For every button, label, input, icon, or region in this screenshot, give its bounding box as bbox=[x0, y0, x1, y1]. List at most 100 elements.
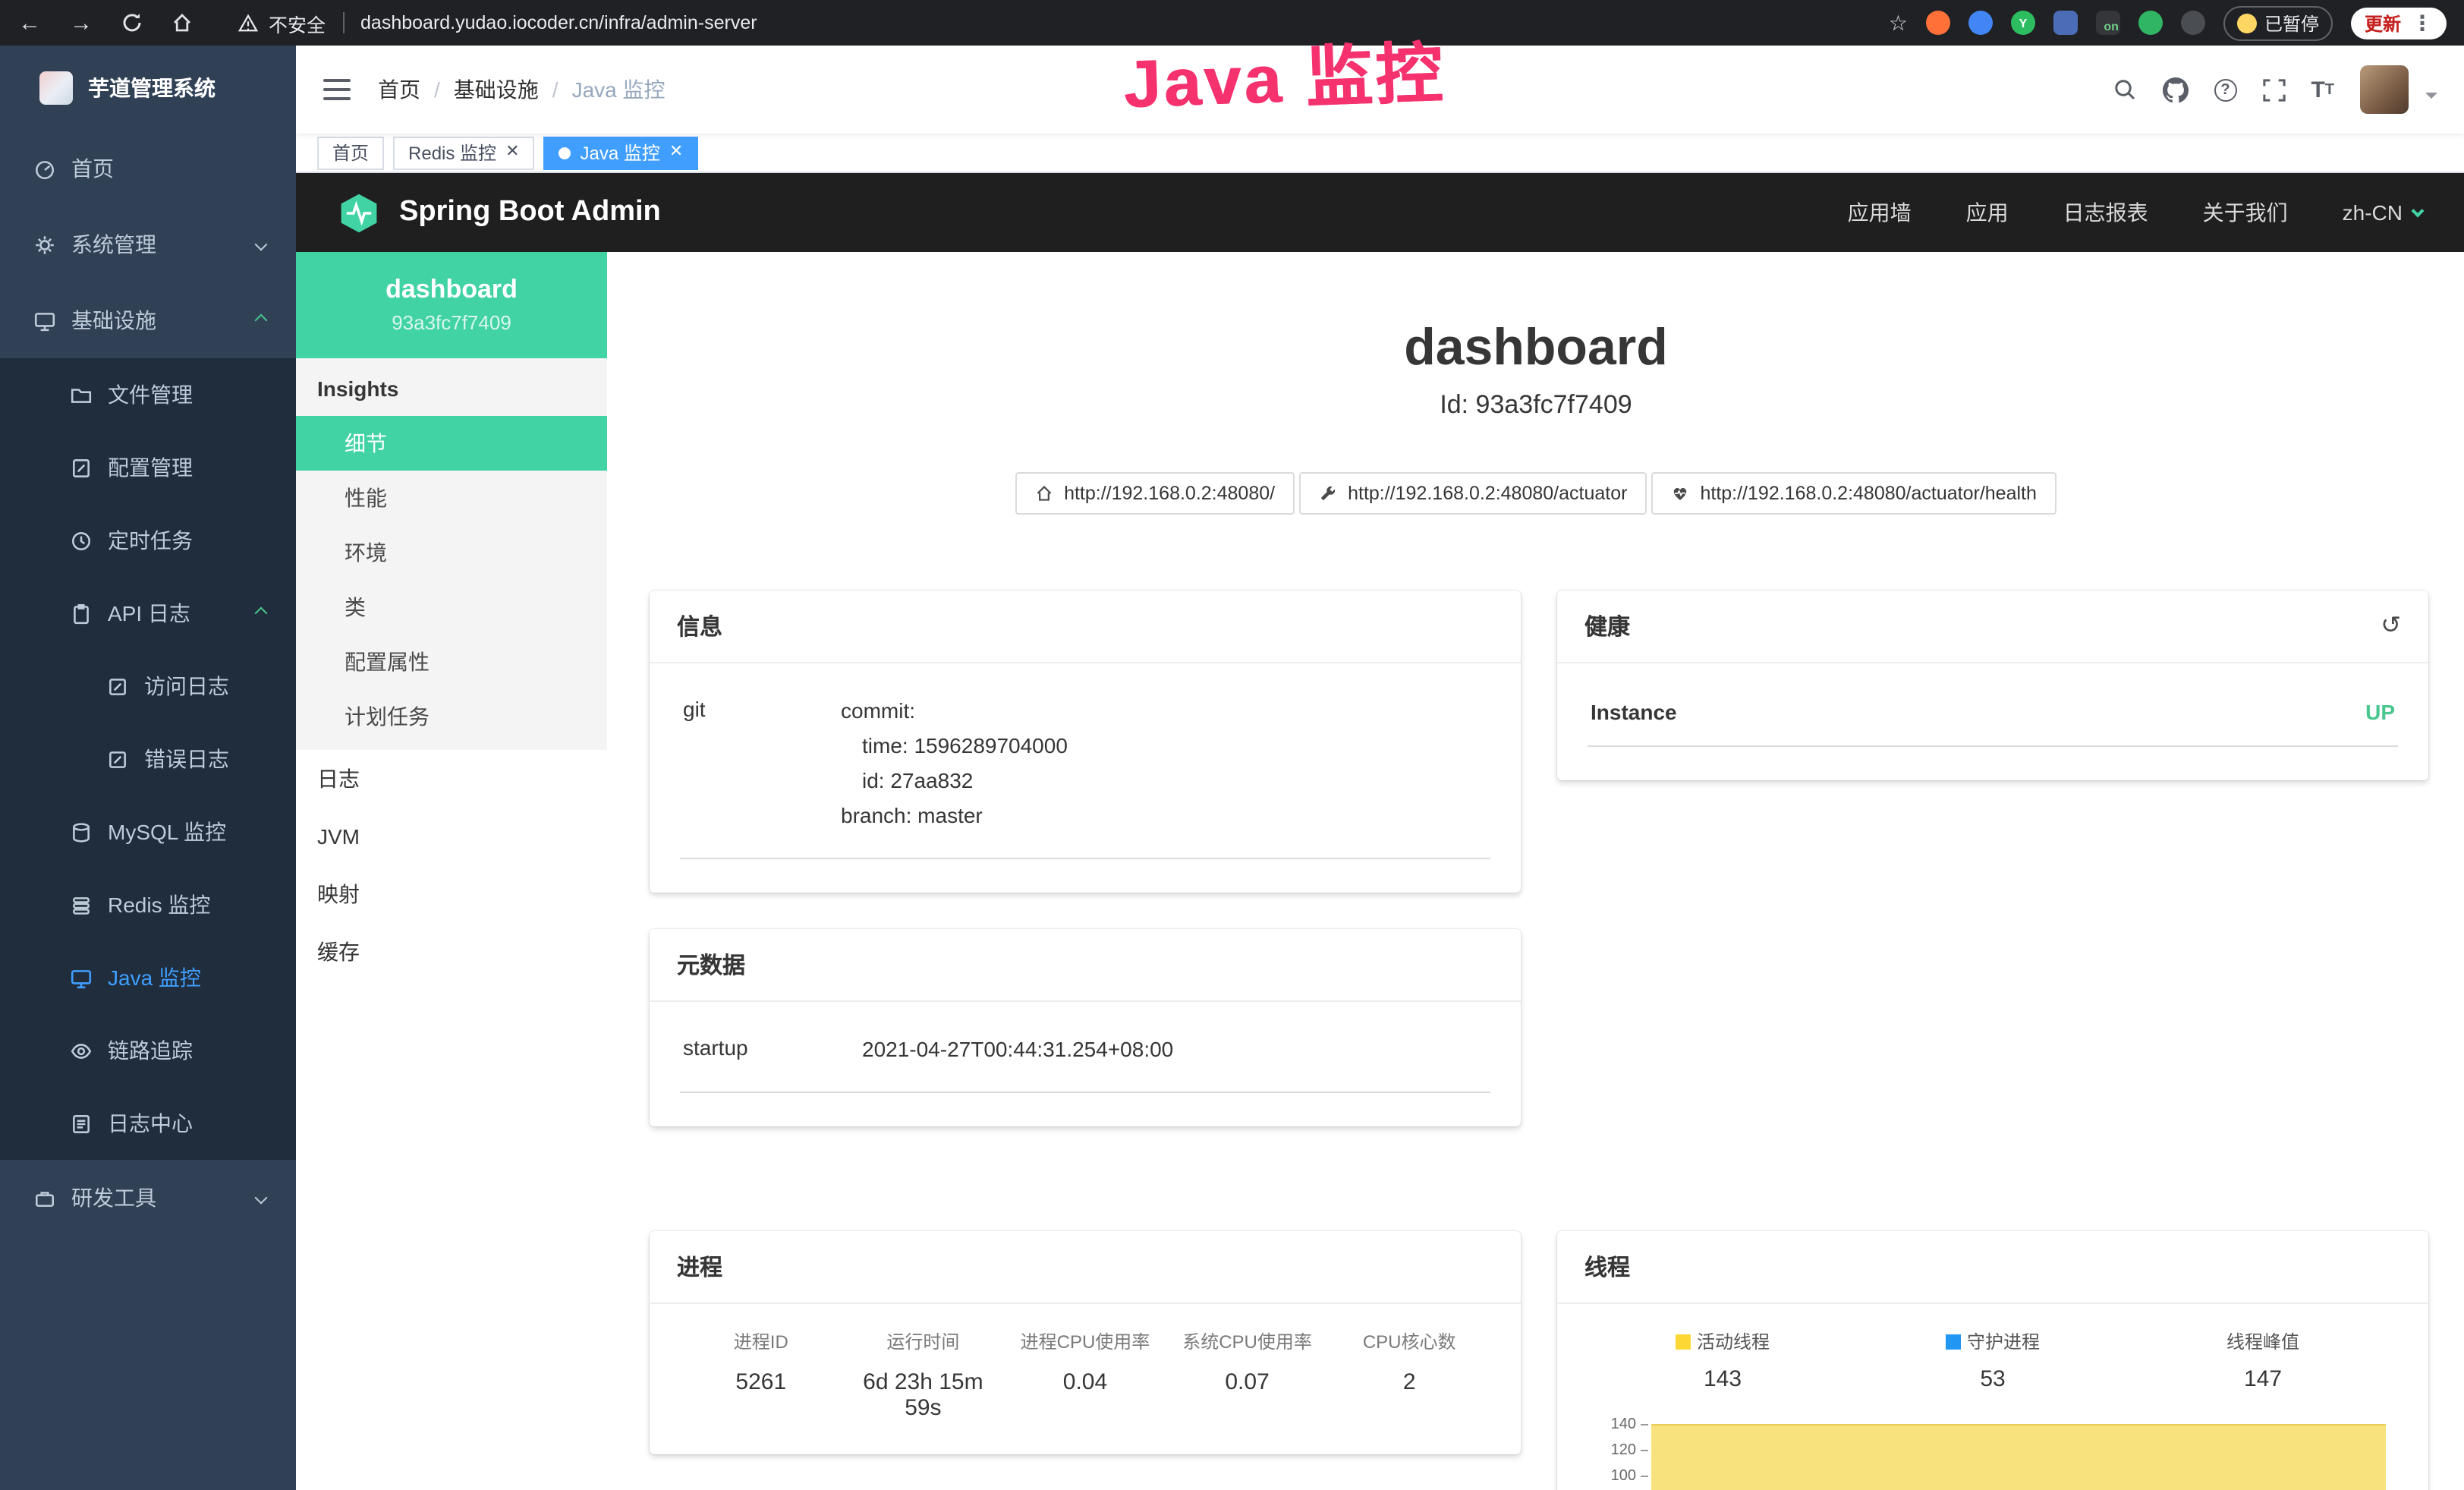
sidebar-item-link-tracing[interactable]: 链路追踪 bbox=[0, 1014, 296, 1087]
sidebar-item-java-monitor[interactable]: Java 监控 bbox=[0, 941, 296, 1014]
paused-label: 已暂停 bbox=[2264, 10, 2319, 36]
service-url-link[interactable]: http://192.168.0.2:48080/ bbox=[1015, 472, 1295, 515]
breadcrumb-current: Java 监控 bbox=[572, 74, 666, 105]
tab-label: Java 监控 bbox=[581, 140, 660, 165]
sidebar-item-label: 文件管理 bbox=[108, 380, 193, 410]
update-button[interactable]: 更新 ⋮ bbox=[2351, 7, 2447, 39]
card-body: Instance UP bbox=[1557, 663, 2428, 780]
sba-brand[interactable]: Spring Boot Admin bbox=[338, 192, 661, 233]
layers-icon bbox=[70, 893, 93, 916]
sidebar-item-mysql-monitor[interactable]: MySQL 监控 bbox=[0, 795, 296, 868]
paused-badge[interactable]: 已暂停 bbox=[2223, 5, 2333, 40]
sba-nav-applications[interactable]: 应用 bbox=[1966, 197, 2009, 228]
insights-group: Insights 细节 性能 环境 类 配置属性 计划任务 bbox=[296, 358, 607, 750]
sba-menu-environment[interactable]: 环境 bbox=[296, 525, 607, 580]
bookmark-star-icon[interactable]: ☆ bbox=[1889, 10, 1908, 36]
sidebar-item-log-center[interactable]: 日志中心 bbox=[0, 1087, 296, 1160]
sba-body: dashboard 93a3fc7f7409 Insights 细节 性能 环境… bbox=[296, 252, 2464, 1490]
instance-header[interactable]: dashboard 93a3fc7f7409 bbox=[296, 252, 607, 358]
column-header: 进程ID bbox=[680, 1328, 842, 1354]
help-icon[interactable]: ? bbox=[2214, 78, 2236, 101]
card-header: 信息 bbox=[650, 591, 1521, 663]
sidebar-item-scheduled-tasks[interactable]: 定时任务 bbox=[0, 504, 296, 577]
app-title: 芋道管理系统 bbox=[88, 73, 216, 103]
sba-menu-classes[interactable]: 类 bbox=[296, 580, 607, 635]
locale-selector[interactable]: zh-CN bbox=[2343, 200, 2422, 225]
metadata-key: startup bbox=[683, 1032, 862, 1067]
sba-menu-metrics[interactable]: 性能 bbox=[296, 471, 607, 525]
clipboard-icon bbox=[70, 602, 93, 625]
hamburger-icon[interactable] bbox=[323, 79, 351, 100]
user-avatar[interactable] bbox=[2360, 65, 2409, 114]
extension-green-icon[interactable]: Y bbox=[2011, 11, 2035, 35]
sba-menu-config-props[interactable]: 配置属性 bbox=[296, 635, 607, 689]
sidebar-item-system[interactable]: 系统管理 bbox=[0, 206, 296, 282]
browser-menu-icon[interactable]: ⋮ bbox=[2412, 12, 2433, 33]
breadcrumb-infrastructure[interactable]: 基础设施 bbox=[454, 74, 539, 105]
main-column: 首页 / 基础设施 / Java 监控 ? bbox=[296, 46, 2464, 1490]
sba-menu-details[interactable]: 细节 bbox=[296, 416, 607, 471]
extension-grid-icon[interactable] bbox=[2053, 11, 2078, 35]
clock-icon bbox=[70, 529, 93, 552]
actuator-url-link[interactable]: http://192.168.0.2:48080/actuator bbox=[1299, 472, 1647, 515]
card-header: 健康 ↺ bbox=[1557, 591, 2428, 663]
extension-dark-icon[interactable] bbox=[2181, 11, 2205, 35]
sidebar-item-error-logs[interactable]: 错误日志 bbox=[0, 723, 296, 795]
sidebar-item-label: 日志中心 bbox=[108, 1108, 193, 1139]
close-tab-icon[interactable]: ✕ bbox=[669, 144, 683, 161]
home-icon[interactable] bbox=[172, 12, 193, 33]
sidebar-item-file-management[interactable]: 文件管理 bbox=[0, 358, 296, 431]
refresh-icon[interactable] bbox=[121, 12, 143, 33]
history-icon[interactable]: ↺ bbox=[2381, 614, 2401, 638]
extension-leaf-icon[interactable] bbox=[2138, 11, 2163, 35]
tab-home[interactable]: 首页 bbox=[317, 136, 384, 169]
folder-icon bbox=[70, 383, 93, 406]
tab-label: 首页 bbox=[332, 140, 369, 165]
sidebar-item-label: 研发工具 bbox=[71, 1183, 156, 1213]
back-icon[interactable]: ← bbox=[18, 11, 41, 34]
sba-nav-journal[interactable]: 日志报表 bbox=[2063, 197, 2148, 228]
chevron-up-icon bbox=[255, 607, 268, 620]
wrench-icon bbox=[1319, 484, 1337, 502]
sba-menu-scheduled-tasks[interactable]: 计划任务 bbox=[296, 689, 607, 744]
sidebar-item-dev-tools[interactable]: 研发工具 bbox=[0, 1160, 296, 1236]
sidebar-item-config-management[interactable]: 配置管理 bbox=[0, 431, 296, 504]
sidebar-item-label: 配置管理 bbox=[108, 452, 193, 483]
sidebar-item-redis-monitor[interactable]: Redis 监控 bbox=[0, 868, 296, 941]
sba-nav-wallboard[interactable]: 应用墙 bbox=[1848, 197, 1912, 228]
health-url-link[interactable]: http://192.168.0.2:48080/actuator/health bbox=[1651, 472, 2056, 515]
tab-redis-monitor[interactable]: Redis 监控 ✕ bbox=[393, 136, 534, 169]
extension-orange-icon[interactable] bbox=[1926, 11, 1950, 35]
monitor-icon bbox=[33, 309, 56, 332]
security-label: 不安全 bbox=[269, 8, 326, 37]
sba-menu-logs[interactable]: 日志 bbox=[296, 750, 607, 808]
legend-yellow-swatch bbox=[1676, 1334, 1691, 1349]
sidebar-item-infrastructure[interactable]: 基础设施 bbox=[0, 282, 296, 358]
extension-on-icon[interactable]: on bbox=[2096, 11, 2120, 35]
font-size-icon[interactable]: TT bbox=[2311, 77, 2334, 102]
column-value: 6d 23h 15m 59s bbox=[842, 1369, 1005, 1421]
status-badge: UP bbox=[2365, 700, 2395, 724]
app-logo-row[interactable]: 芋道管理系统 bbox=[0, 46, 296, 131]
close-tab-icon[interactable]: ✕ bbox=[505, 144, 519, 161]
sba-nav-about[interactable]: 关于我们 bbox=[2203, 197, 2288, 228]
sidebar-item-access-logs[interactable]: 访问日志 bbox=[0, 650, 296, 723]
forward-icon[interactable]: → bbox=[70, 11, 93, 34]
address-bar[interactable]: 不安全 dashboard.yudao.iocoder.cn/infra/adm… bbox=[238, 8, 757, 37]
extension-blue-drop-icon[interactable] bbox=[1968, 11, 1993, 35]
breadcrumb-home[interactable]: 首页 bbox=[378, 74, 420, 105]
fullscreen-icon[interactable] bbox=[2262, 78, 2285, 101]
tab-java-monitor[interactable]: Java 监控 ✕ bbox=[544, 136, 699, 169]
avatar-caret-icon[interactable] bbox=[2425, 93, 2437, 105]
legend-label: 活动线程 bbox=[1697, 1328, 1770, 1354]
card-title: 元数据 bbox=[677, 949, 745, 981]
sba-menu-jvm[interactable]: JVM bbox=[296, 808, 607, 865]
sidebar-item-home[interactable]: 首页 bbox=[0, 131, 296, 206]
sidebar-item-api-logs[interactable]: API 日志 bbox=[0, 577, 296, 650]
sba-menu-mappings[interactable]: 映射 bbox=[296, 865, 607, 923]
info-key: git bbox=[683, 694, 841, 833]
sba-menu-caches[interactable]: 缓存 bbox=[296, 923, 607, 981]
axis-tick bbox=[1641, 1424, 1648, 1425]
search-icon[interactable] bbox=[2112, 77, 2136, 102]
github-icon[interactable] bbox=[2162, 77, 2188, 102]
